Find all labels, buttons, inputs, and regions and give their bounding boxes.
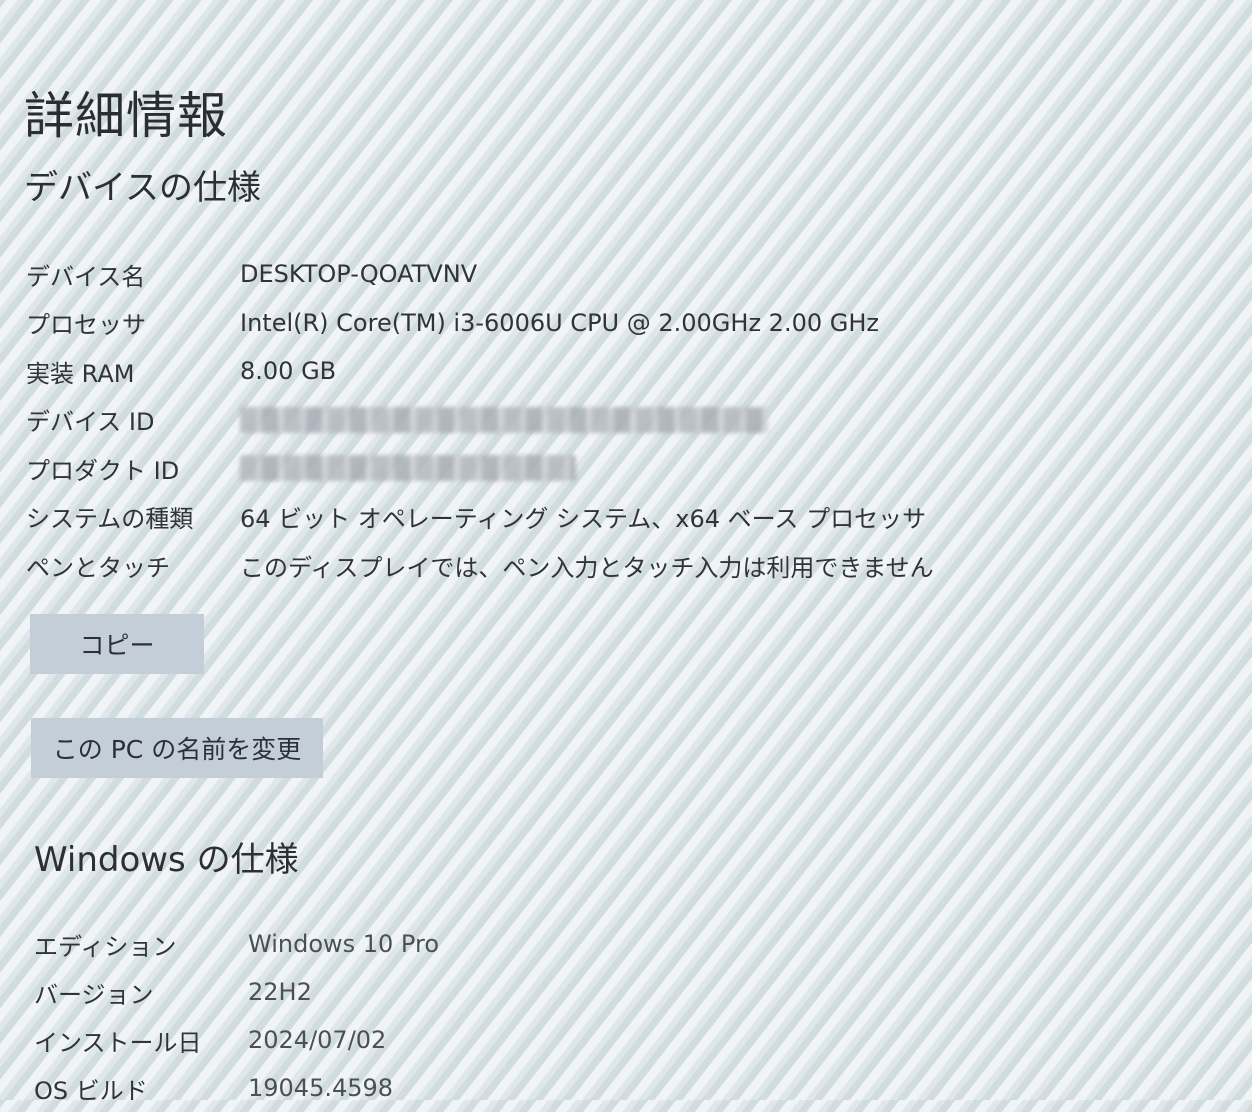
spec-label: ペンとタッチ [26, 553, 170, 582]
spec-label: エディション [34, 932, 177, 961]
spec-value: 2024/07/02 [248, 1026, 387, 1054]
page-title: 詳細情報 [24, 87, 228, 145]
spec-label: プロセッサ [26, 311, 146, 340]
spec-row-os-build: OS ビルド 19045.4598 [34, 1064, 1134, 1112]
spec-value: DESKTOP-QOATVNV [240, 260, 478, 289]
redacted-device-id [240, 406, 768, 433]
spec-row-ram: 実装 RAM 8.00 GB [26, 347, 1126, 396]
device-specs-heading: デバイスの仕様 [24, 168, 261, 208]
spec-row-device-id: デバイス ID [26, 396, 1126, 445]
redacted-product-id [240, 455, 576, 482]
spec-value: 8.00 GB [240, 357, 337, 386]
spec-label: プロダクト ID [26, 456, 180, 485]
device-specs-table: デバイス名 DESKTOP-QOATVNV プロセッサ Intel(R) Cor… [26, 250, 1126, 590]
spec-label: デバイス名 [26, 262, 146, 291]
spec-row-system-type: システムの種類 64 ビット オペレーティング システム、x64 ベース プロセ… [26, 493, 1126, 542]
windows-specs-heading: Windows の仕様 [34, 840, 299, 880]
spec-row-install-date: インストール日 2024/07/02 [34, 1016, 1134, 1064]
windows-specs-table: エディション Windows 10 Pro バージョン 22H2 インストール日… [34, 920, 1134, 1112]
spec-row-processor: プロセッサ Intel(R) Core(TM) i3-6006U CPU @ 2… [26, 299, 1126, 348]
spec-row-product-id: プロダクト ID [26, 444, 1126, 493]
spec-label: バージョン [34, 980, 154, 1009]
spec-label: OS ビルド [34, 1076, 148, 1105]
spec-row-pen-touch: ペンとタッチ このディスプレイでは、ペン入力とタッチ入力は利用できません [26, 541, 1126, 590]
spec-row-version: バージョン 22H2 [34, 968, 1134, 1016]
spec-label: システムの種類 [26, 505, 194, 534]
spec-row-device-name: デバイス名 DESKTOP-QOATVNV [26, 250, 1126, 299]
rename-pc-button[interactable]: この PC の名前を変更 [31, 718, 323, 778]
spec-value: 19045.4598 [248, 1074, 394, 1102]
spec-label: 実装 RAM [26, 359, 135, 388]
spec-value: Intel(R) Core(TM) i3-6006U CPU @ 2.00GHz… [240, 308, 879, 337]
spec-row-edition: エディション Windows 10 Pro [34, 920, 1134, 968]
spec-label: デバイス ID [26, 408, 155, 437]
spec-value: このディスプレイでは、ペン入力とタッチ入力は利用できません [240, 553, 934, 582]
spec-value: 64 ビット オペレーティング システム、x64 ベース プロセッサ [240, 505, 927, 534]
copy-button[interactable]: コピー [30, 614, 204, 674]
spec-value: 22H2 [248, 978, 312, 1006]
spec-label: インストール日 [34, 1028, 202, 1057]
spec-value: Windows 10 Pro [248, 930, 440, 958]
